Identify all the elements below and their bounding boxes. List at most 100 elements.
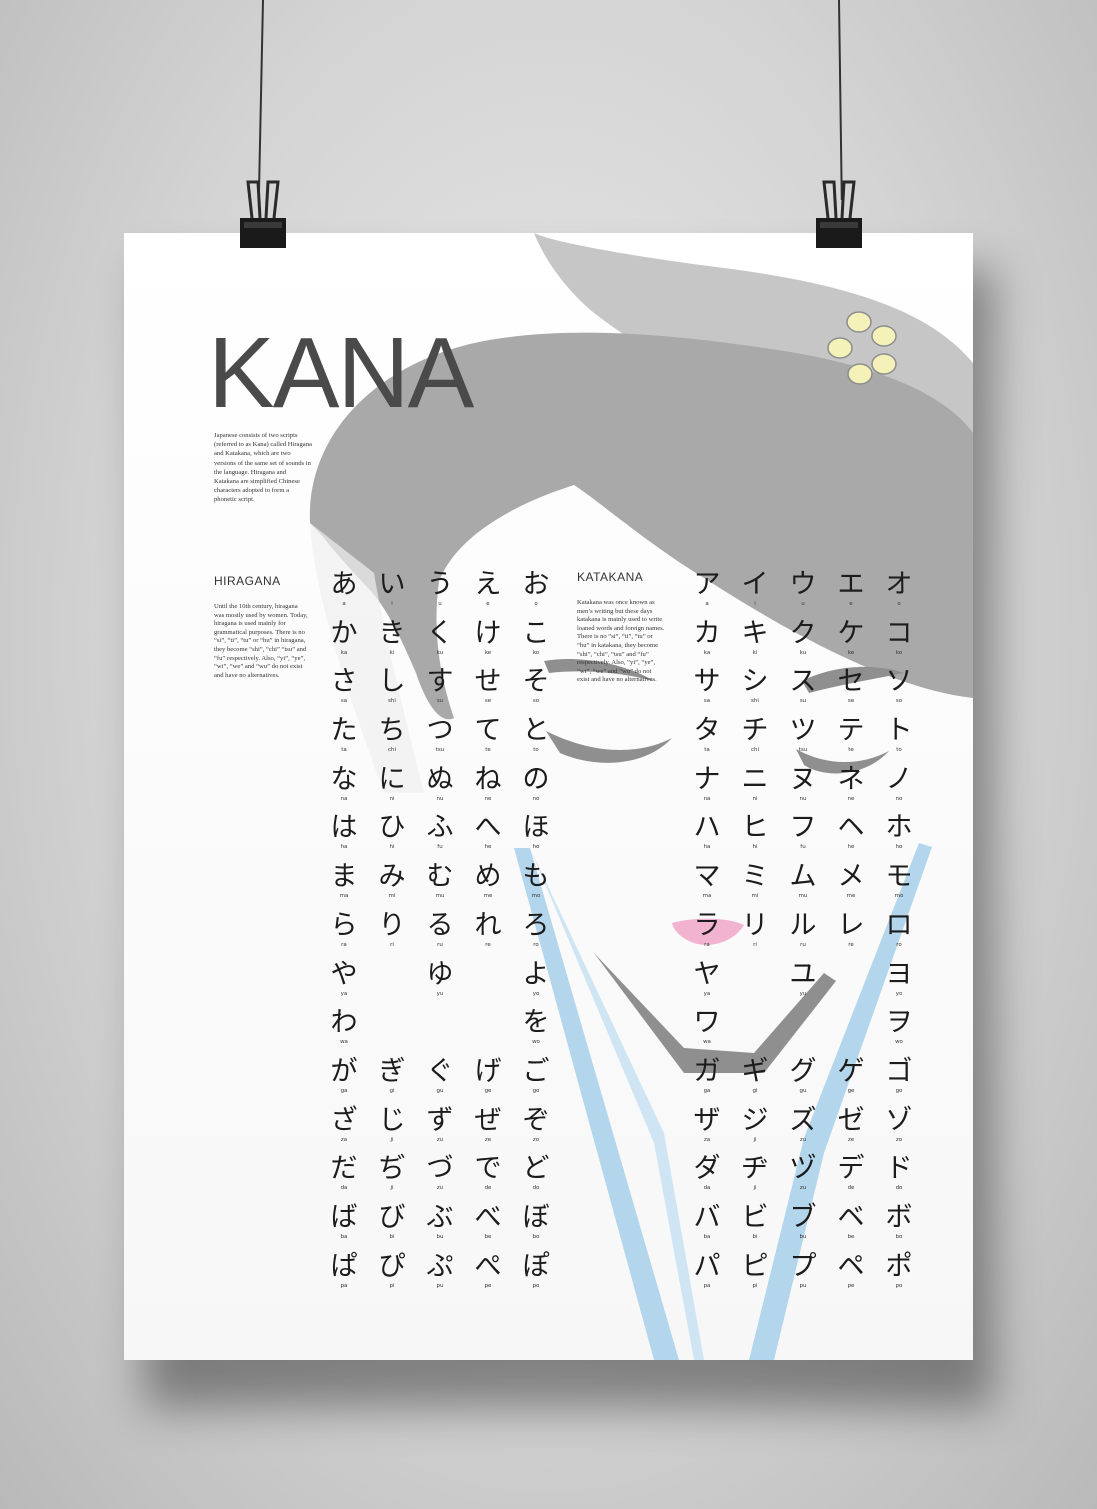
katakana-cell: ブ bu [779,1202,827,1251]
hiragana-cell: ち chi [368,715,416,764]
katakana-cell: モ mo [875,861,923,910]
hiragana-heading: HIRAGANA [214,574,281,588]
katakana-romaji: ha [703,844,711,851]
hiragana-character: ご [522,1055,550,1087]
katakana-romaji: ga [703,1087,711,1094]
katakana-cell: プ pu [779,1251,827,1300]
hiragana-cell: ぢ ji [368,1153,416,1202]
katakana-character: デ [837,1153,865,1185]
katakana-character: ト [885,715,913,747]
katakana-cell: カ ka [683,618,731,667]
katakana-cell: チ chi [731,715,779,764]
katakana-romaji: pa [703,1282,711,1289]
katakana-cell: ロ ro [875,910,923,959]
hiragana-cell: ら ra [320,910,368,959]
katakana-character: ゲ [837,1055,865,1087]
katakana-character: ゴ [885,1055,913,1087]
hiragana-romaji: go [532,1087,540,1094]
hiragana-cell: で de [464,1153,512,1202]
katakana-cell: コ ko [875,618,923,667]
katakana-character: ネ [837,763,865,795]
hiragana-cell: め me [464,861,512,910]
katakana-romaji: pe [847,1282,855,1289]
hiragana-cell: よ yo [512,959,560,1008]
katakana-paragraph: Katakana was once known as men’s writing… [577,599,665,684]
hiragana-cell: か ka [320,618,368,667]
katakana-romaji: e [849,601,853,607]
hiragana-character: め [474,861,502,893]
hiragana-romaji: gi [389,1087,395,1094]
hiragana-character: ず [426,1104,454,1136]
katakana-character: ニ [741,763,769,795]
hiragana-cell: あa [320,569,368,618]
katakana-character: カ [693,617,721,649]
katakana-character: ズ [789,1104,817,1136]
katakana-character: ノ [885,763,913,795]
hiragana-cell: ぴ pi [368,1251,416,1300]
hiragana-character: ね [474,763,502,795]
hiragana-character: を [522,1007,550,1039]
hiragana-romaji: ki [389,649,395,656]
katakana-character: シ [741,666,769,698]
katakana-romaji: wa [703,1039,711,1046]
katakana-character: レ [837,909,865,941]
hiragana-character: く [426,617,454,649]
katakana-romaji: ne [847,795,855,802]
katakana-character: ヌ [789,763,817,795]
katakana-cell: ゴ go [875,1056,923,1105]
katakana-character: ケ [837,617,865,649]
katakana-cell: ゲ ge [827,1056,875,1105]
hiragana-cell: す su [416,666,464,715]
katakana-character: オ [885,569,913,600]
katakana-character: バ [693,1201,721,1233]
katakana-cell: ポ po [875,1251,923,1300]
hiragana-romaji: to [533,747,539,754]
katakana-romaji: to [896,747,902,754]
hiragana-romaji: gu [436,1087,444,1094]
katakana-character: ガ [693,1055,721,1087]
katakana-cell [827,959,875,1008]
hiragana-romaji: pu [436,1282,444,1289]
katakana-romaji: i [754,601,756,607]
katakana-romaji: ro [896,941,902,948]
katakana-romaji: ge [847,1087,855,1094]
hiragana-romaji: wo [532,1039,540,1046]
hiragana-romaji: mi [388,893,396,900]
katakana-romaji: fu [800,844,806,851]
hiragana-character: う [426,569,454,600]
katakana-cell: ザ za [683,1105,731,1154]
hiragana-romaji: zu [436,1136,444,1143]
katakana-romaji: yo [895,990,903,997]
katakana-character: コ [885,617,913,649]
katakana-cell: ヌ nu [779,764,827,813]
hiragana-cell: る ru [416,910,464,959]
katakana-cell: ビ bi [731,1202,779,1251]
hiragana-romaji: do [532,1185,540,1192]
katakana-cell: ム mu [779,861,827,910]
katakana-character: ヂ [741,1153,769,1185]
katakana-cell: ス su [779,666,827,715]
katakana-romaji: ho [895,844,903,851]
hiragana-cell: ぎ gi [368,1056,416,1105]
hiragana-romaji: zo [532,1136,540,1143]
hiragana-romaji: ne [484,795,492,802]
hiragana-character: で [474,1153,502,1185]
katakana-romaji: go [895,1087,903,1094]
hiragana-cell [368,1007,416,1056]
katakana-character: ビ [741,1201,769,1233]
hiragana-romaji: ga [340,1087,348,1094]
hiragana-cell: を wo [512,1007,560,1056]
hiragana-cell: おo [512,569,560,618]
hiragana-cell: た ta [320,715,368,764]
katakana-cell: ノ no [875,764,923,813]
hiragana-romaji: ni [389,795,395,802]
hiragana-character: は [330,812,358,844]
katakana-romaji: su [799,698,807,705]
katakana-character: ヒ [741,812,769,844]
hiragana-romaji: ko [532,649,540,656]
hiragana-character: べ [474,1201,502,1233]
hiragana-romaji: ma [339,893,349,900]
katakana-romaji: za [703,1136,711,1143]
katakana-character: ベ [837,1201,865,1233]
hiragana-character: が [330,1055,358,1087]
